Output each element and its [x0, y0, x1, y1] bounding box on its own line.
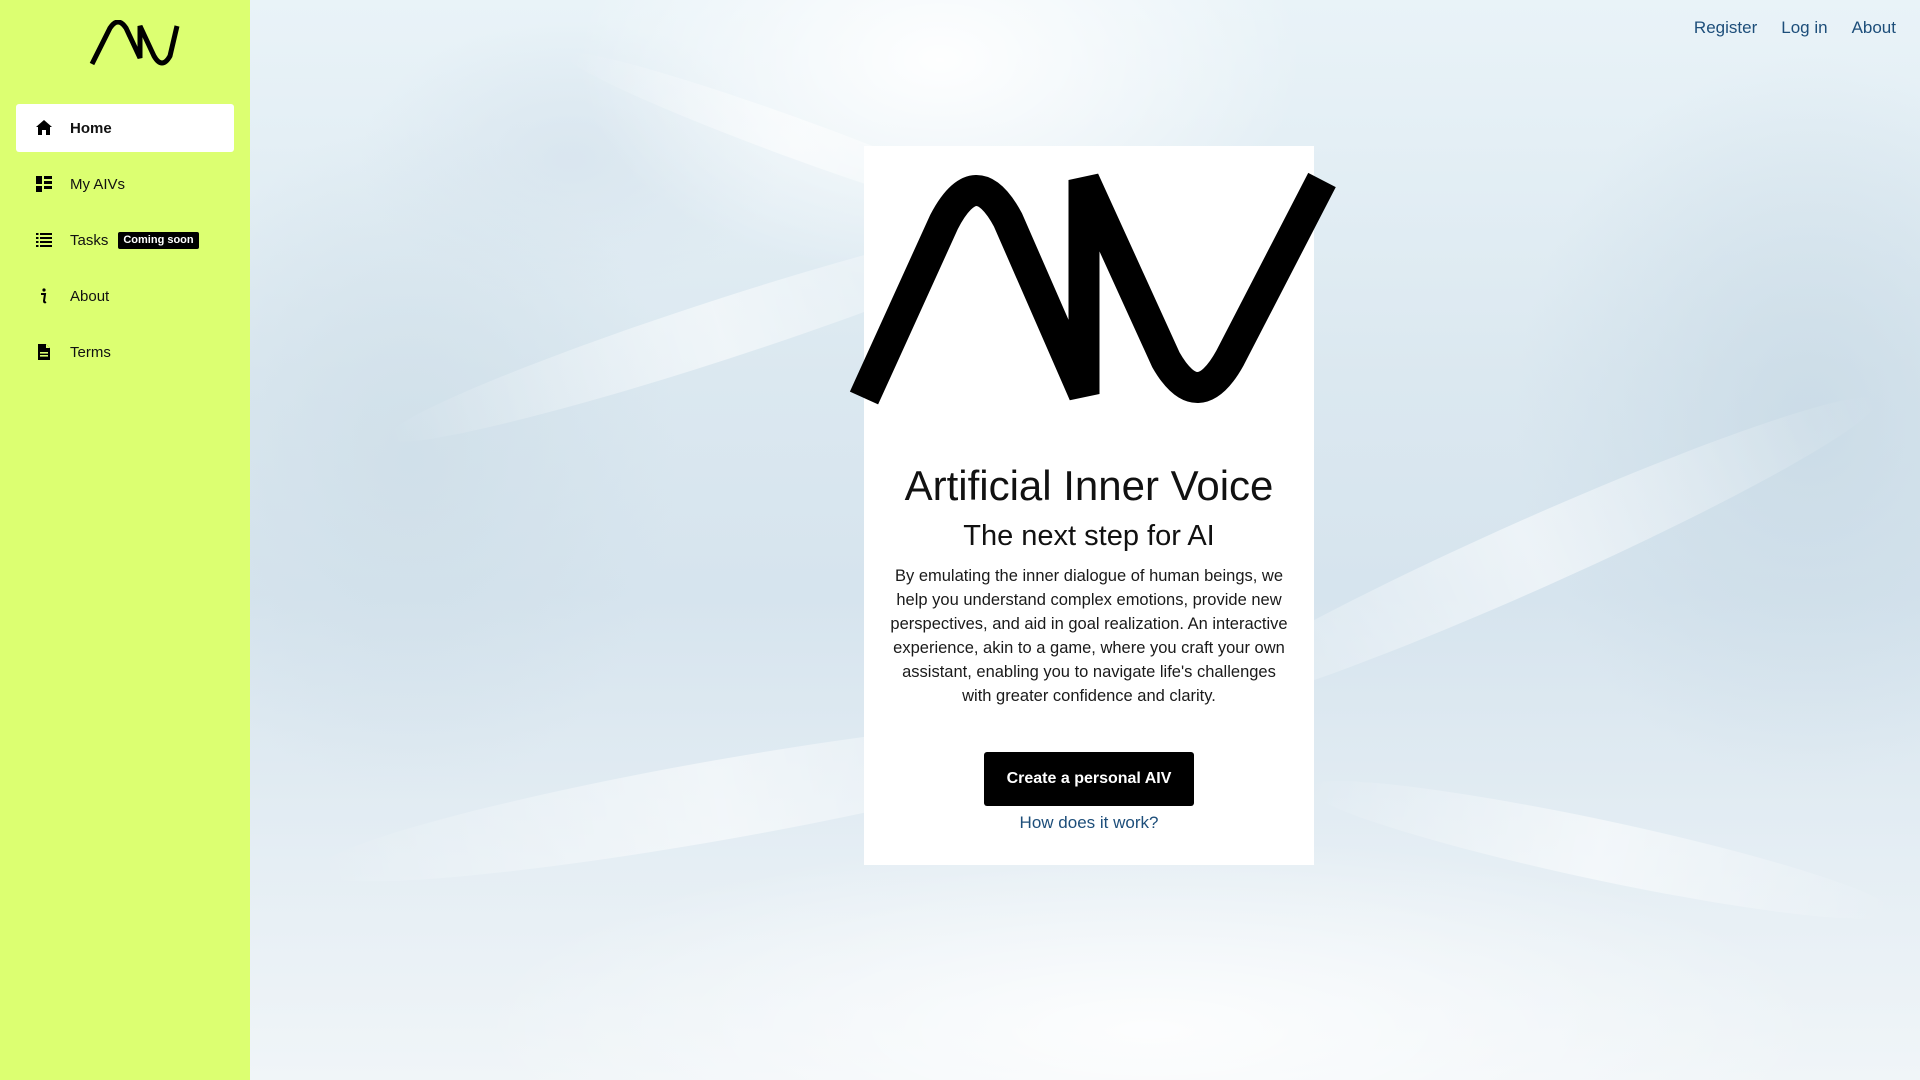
list-icon — [34, 230, 54, 250]
page-title: Artificial Inner Voice — [904, 462, 1274, 509]
info-icon — [34, 286, 54, 306]
top-nav: Register Log in About — [1694, 18, 1896, 38]
sidebar-item-about[interactable]: About — [16, 272, 234, 320]
sidebar-item-label: Home — [70, 119, 112, 137]
sidebar-item-terms[interactable]: Terms — [16, 328, 234, 376]
login-link[interactable]: Log in — [1781, 18, 1827, 38]
sidebar-item-my-aivs[interactable]: My AIVs — [16, 160, 234, 208]
sidebar: Home My AIVs Tasks Coming soon About Ter… — [0, 0, 250, 1080]
document-icon — [34, 342, 54, 362]
register-link[interactable]: Register — [1694, 18, 1757, 38]
sidebar-item-tasks[interactable]: Tasks Coming soon — [16, 216, 234, 264]
hero-description: By emulating the inner dialogue of human… — [890, 567, 1288, 705]
sidebar-item-label: My AIVs — [70, 175, 126, 193]
coming-soon-badge: Coming soon — [118, 231, 199, 249]
dashboard-icon — [34, 174, 54, 194]
sidebar-item-label: Terms — [70, 343, 111, 361]
aiv-logo[interactable] — [88, 20, 180, 68]
sidebar-item-label: About — [70, 287, 110, 305]
sidebar-item-label: Tasks — [70, 231, 109, 249]
aiv-logo — [849, 172, 1336, 405]
sidebar-item-home[interactable]: Home — [16, 104, 234, 152]
background-streak — [1300, 758, 1900, 942]
create-aiv-button[interactable]: Create a personal AIV — [984, 752, 1194, 806]
about-link[interactable]: About — [1852, 18, 1896, 38]
sidebar-nav: Home My AIVs Tasks Coming soon About Ter… — [16, 104, 234, 384]
page-subtitle: The next step for AI — [963, 520, 1215, 552]
how-it-works-link[interactable]: How does it work? — [864, 813, 1314, 833]
home-icon — [34, 118, 54, 138]
